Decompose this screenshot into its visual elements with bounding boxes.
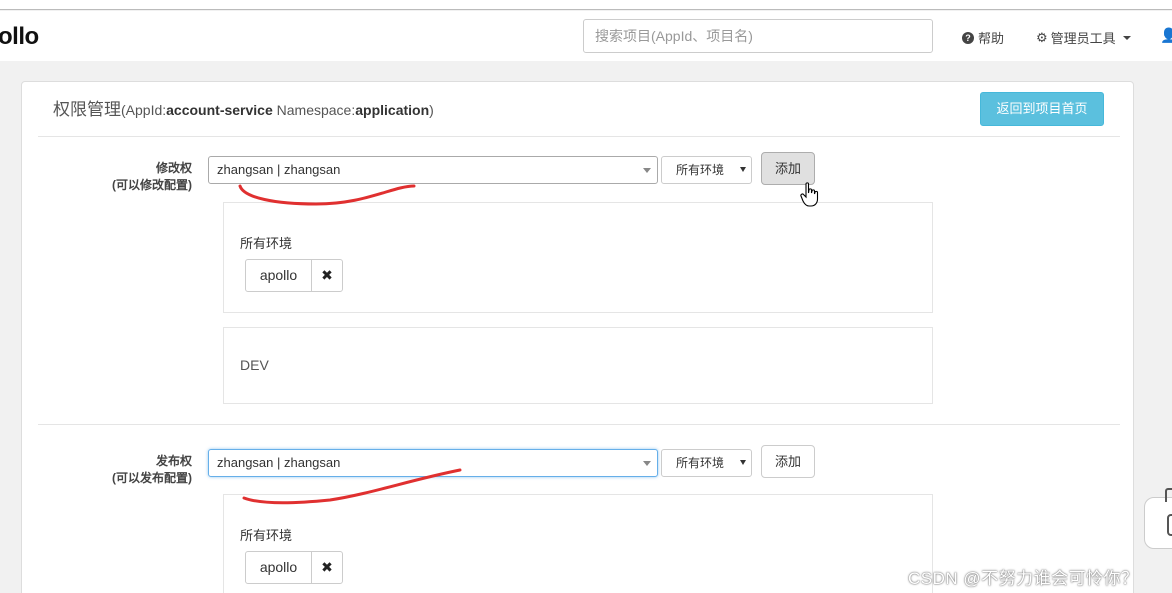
chevron-down-icon (1122, 35, 1131, 40)
appid-value: account-service (166, 102, 273, 118)
user-chip: apollo ✖ (245, 259, 343, 292)
admin-tools-dropdown[interactable]: ⚙ 管理员工具 (1036, 28, 1131, 47)
user-chip-name: apollo (246, 260, 312, 291)
page-title-text: 权限管理 (53, 100, 121, 119)
release-env-select[interactable]: 所有环境 (661, 449, 752, 477)
watermark: CSDN @不努力谁会可怜你？ (908, 569, 1139, 588)
modify-env-group-all: 所有环境 apollo ✖ (223, 202, 933, 313)
divider (38, 424, 1120, 425)
modify-label-text: 修改权 (155, 161, 192, 175)
release-label-text: 发布权 (155, 454, 192, 468)
env-group-title: 所有环境 (240, 236, 293, 251)
help-label: 帮助 (978, 31, 1005, 46)
permission-panel: 权限管理(AppId:account-service Namespace:app… (21, 81, 1134, 593)
top-navbar: ollo ? 帮助 ⚙ 管理员工具 👤 (0, 11, 1172, 61)
chevron-down-icon (740, 460, 746, 465)
env-group-title: DEV (240, 357, 269, 373)
hand-cursor-icon (800, 182, 819, 207)
release-env-group-all: 所有环境 apollo ✖ (223, 494, 933, 593)
modify-user-select-value: zhangsan | zhangsan (217, 162, 341, 177)
namespace-label: Namespace: (276, 102, 356, 118)
release-user-select-value: zhangsan | zhangsan (217, 455, 341, 470)
user-chip: apollo ✖ (245, 551, 343, 584)
modify-env-group-dev: DEV (223, 327, 933, 404)
release-sublabel-text: (可以发布配置) (112, 471, 192, 485)
admin-tools-label: 管理员工具 (1050, 31, 1116, 46)
user-chip-name: apollo (246, 552, 312, 583)
release-permission-label: 发布权 (可以发布配置) (92, 453, 192, 487)
project-search-input[interactable] (583, 19, 933, 53)
question-circle-icon: ? (962, 31, 974, 44)
modify-add-button[interactable]: 添加 (761, 152, 815, 185)
release-add-button[interactable]: 添加 (761, 445, 815, 478)
chevron-down-icon (643, 168, 651, 173)
gear-icon: ⚙ (1036, 29, 1048, 45)
title-close-paren: ) (429, 102, 434, 118)
modify-env-select-value: 所有环境 (676, 163, 725, 177)
page-title: 权限管理(AppId:account-service Namespace:app… (53, 95, 434, 120)
floating-side-widget[interactable] (1144, 488, 1172, 549)
chevron-down-icon (643, 461, 651, 466)
modify-sublabel-text: (可以修改配置) (112, 178, 192, 192)
user-icon[interactable]: 👤 (1160, 27, 1172, 44)
namespace-value: application (355, 102, 430, 118)
modify-permission-label: 修改权 (可以修改配置) (92, 160, 192, 194)
apollo-logo[interactable]: ollo (0, 23, 39, 51)
modify-user-select[interactable]: zhangsan | zhangsan (208, 156, 658, 184)
divider (38, 136, 1120, 137)
remove-user-icon[interactable]: ✖ (312, 552, 342, 583)
help-link[interactable]: ? 帮助 (962, 28, 1004, 47)
chevron-down-icon (740, 167, 746, 172)
modify-env-select[interactable]: 所有环境 (661, 156, 752, 184)
env-group-title: 所有环境 (240, 528, 293, 543)
back-to-project-button[interactable]: 返回到项目首页 (980, 92, 1104, 126)
release-user-select[interactable]: zhangsan | zhangsan (208, 449, 658, 477)
widget-icon (1167, 514, 1172, 536)
appid-label: (AppId: (121, 102, 167, 118)
remove-user-icon[interactable]: ✖ (312, 260, 342, 291)
browser-top-edge (0, 0, 1172, 10)
release-env-select-value: 所有环境 (676, 456, 725, 470)
